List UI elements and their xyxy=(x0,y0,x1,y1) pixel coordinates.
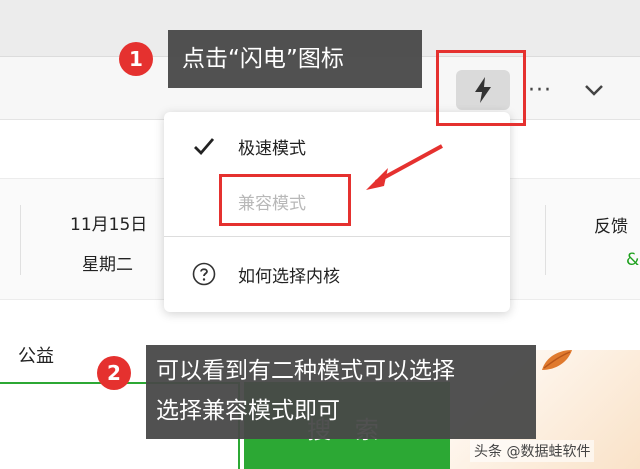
step1-callout: 点击“闪电”图标 xyxy=(168,30,422,88)
divider xyxy=(545,205,546,275)
watermark: 头条 @数据蛙软件 xyxy=(470,440,595,462)
step1-badge: 1 xyxy=(119,42,153,76)
annotation-arrow xyxy=(366,144,443,190)
leaf-icon xyxy=(542,350,572,370)
step2-text-line2: 选择兼容模式即可 xyxy=(156,398,340,424)
chevron-down-button[interactable] xyxy=(576,72,612,108)
feedback-glyph: & xyxy=(626,250,640,270)
menu-item-label: 如何选择内核 xyxy=(238,267,340,287)
checkmark-icon xyxy=(194,138,215,156)
menu-item-speed-mode[interactable]: 极速模式 xyxy=(164,120,510,170)
divider xyxy=(20,205,21,275)
help-icon xyxy=(192,262,216,286)
step1-text: 点击“闪电”图标 xyxy=(182,46,344,72)
gongyi-link[interactable]: 公益 xyxy=(18,342,54,368)
menu-separator xyxy=(164,236,510,237)
highlight-box-lightning xyxy=(436,50,526,126)
step2-callout: 可以看到有二种模式可以选择 选择兼容模式即可 xyxy=(146,345,536,439)
feedback-link[interactable]: 反馈 xyxy=(594,212,628,237)
menu-item-label: 极速模式 xyxy=(238,139,306,159)
step2-text-line1: 可以看到有二种模式可以选择 xyxy=(156,358,455,384)
more-options-button[interactable]: ··· xyxy=(520,75,560,105)
date-text: 11月15日 xyxy=(70,215,148,235)
chevron-down-icon xyxy=(585,85,603,96)
weekday-text: 星期二 xyxy=(82,255,133,275)
menu-item-kernel-help[interactable]: 如何选择内核 xyxy=(164,248,510,298)
step2-badge: 2 xyxy=(97,356,131,390)
highlight-box-compat xyxy=(219,174,351,226)
